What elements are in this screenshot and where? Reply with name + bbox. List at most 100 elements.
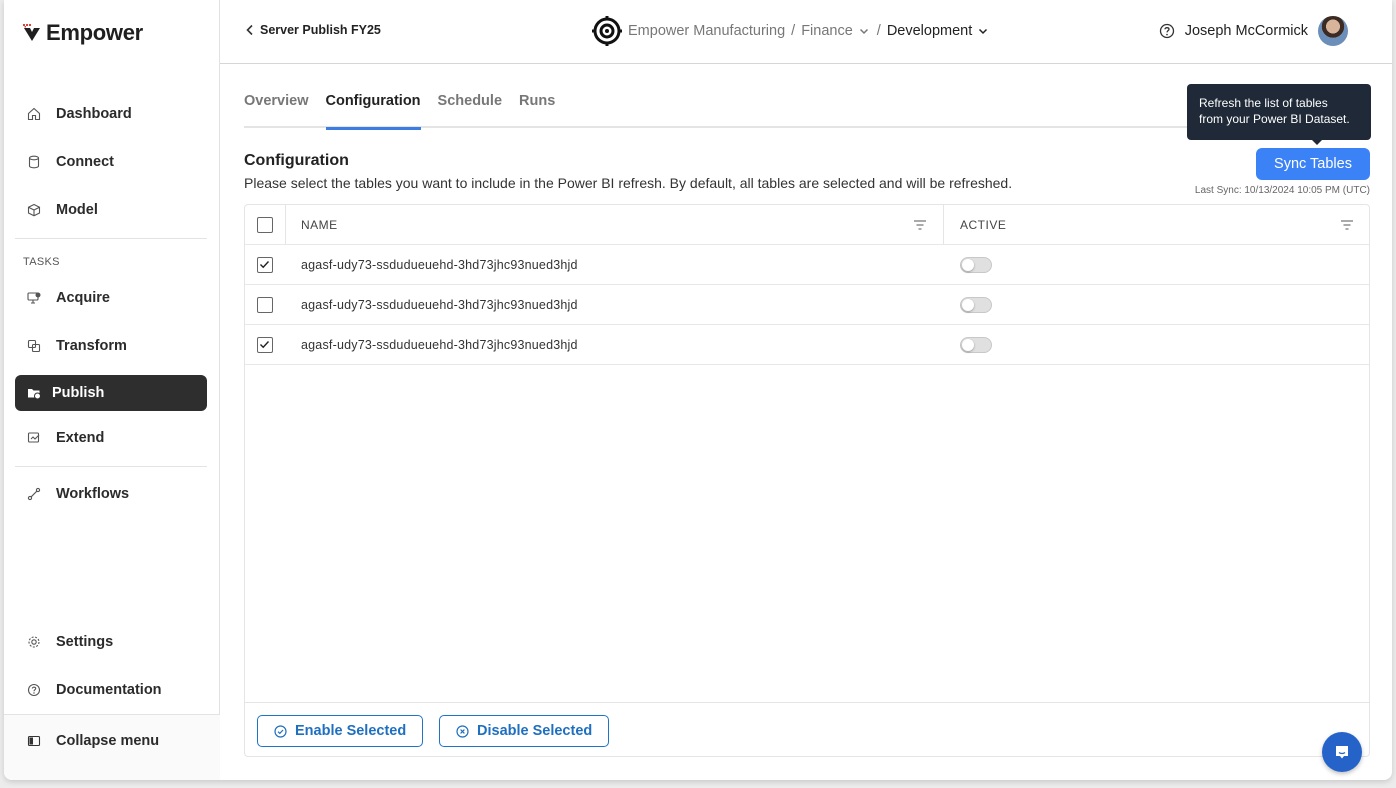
table-footer: Enable Selected Disable Selected (245, 702, 1369, 757)
table-row[interactable]: agasf-udy73-ssdudueuehd-3hd73jhc93nued3h… (245, 285, 1369, 325)
org-logo-icon (592, 16, 622, 46)
filter-icon[interactable] (1340, 218, 1354, 232)
empower-logo-icon (23, 24, 40, 41)
sidebar-item-label: Acquire (56, 290, 110, 306)
last-sync-text: Last Sync: 10/13/2024 10:05 PM (UTC) (1194, 185, 1370, 196)
active-toggle[interactable] (960, 257, 992, 273)
breadcrumb-dept[interactable]: Finance (801, 23, 871, 39)
sidebar-divider (15, 238, 207, 239)
collapse-menu-area: Collapse menu (4, 714, 220, 780)
back-link[interactable]: Server Publish FY25 (246, 23, 381, 37)
table-name-cell: agasf-udy73-ssdudueuehd-3hd73jhc93nued3h… (301, 258, 578, 272)
tooltip-line: from your Power BI Dataset. (1199, 112, 1350, 126)
sidebar: Empower Dashboard Connect Model TASKS Ac… (4, 0, 220, 780)
breadcrumb-org[interactable]: Empower Manufacturing (628, 23, 785, 39)
sidebar-item-model[interactable]: Model (15, 192, 207, 228)
breadcrumb-separator: / (876, 23, 881, 39)
breadcrumb-dept-label: Finance (801, 23, 853, 39)
enable-selected-label: Enable Selected (295, 723, 407, 739)
active-toggle[interactable] (960, 297, 992, 313)
app-window: Empower Dashboard Connect Model TASKS Ac… (4, 0, 1392, 780)
brand-logo[interactable]: Empower (22, 20, 143, 46)
sidebar-item-transform[interactable]: Transform (15, 328, 207, 364)
sidebar-item-connect[interactable]: Connect (15, 144, 207, 180)
table-name-cell: agasf-udy73-ssdudueuehd-3hd73jhc93nued3h… (301, 298, 578, 312)
enable-selected-button[interactable]: Enable Selected (257, 715, 424, 747)
back-link-label: Server Publish FY25 (260, 23, 381, 37)
tooltip-line: Refresh the list of tables (1199, 96, 1328, 110)
folder-upload-icon (26, 385, 42, 401)
help-circle-icon (26, 682, 42, 698)
check-circle-icon (274, 724, 287, 738)
sidebar-item-label: Connect (56, 154, 114, 170)
user-name: Joseph McCormick (1184, 23, 1308, 39)
sidebar-item-documentation[interactable]: Documentation (15, 672, 207, 708)
sidebar-item-label: Transform (56, 338, 127, 354)
tab-overview[interactable]: Overview (244, 84, 309, 128)
table-row[interactable]: agasf-udy73-ssdudueuehd-3hd73jhc93nued3h… (245, 245, 1369, 285)
sync-tables-button[interactable]: Sync Tables (1256, 148, 1370, 180)
sidebar-item-workflows[interactable]: Workflows (15, 476, 207, 512)
tab-runs[interactable]: Runs (519, 84, 555, 128)
row-checkbox[interactable] (257, 337, 273, 353)
sidebar-item-label: Model (56, 202, 98, 218)
x-circle-icon (456, 724, 469, 738)
sidebar-item-label: Settings (56, 634, 114, 650)
table-header-row: NAME ACTIVE (245, 205, 1369, 245)
chevron-down-icon (979, 28, 988, 35)
help-circle-icon[interactable] (1159, 23, 1175, 39)
column-header-name: NAME (301, 218, 338, 232)
sidebar-item-acquire[interactable]: Acquire (15, 280, 207, 316)
sidebar-item-publish[interactable]: Publish (15, 375, 207, 411)
breadcrumb-env[interactable]: Development (887, 23, 990, 39)
sidebar-item-label: Dashboard (56, 106, 132, 122)
cube-icon (26, 202, 42, 218)
collapse-menu-button[interactable]: Collapse menu (15, 723, 207, 759)
workflow-icon (26, 486, 42, 502)
sidebar-item-label: Extend (56, 430, 105, 446)
disable-selected-button[interactable]: Disable Selected (439, 715, 610, 747)
sidebar-collapse-icon (26, 733, 42, 749)
chat-icon (1336, 746, 1348, 759)
column-header-active: ACTIVE (960, 218, 1007, 232)
breadcrumb: Empower Manufacturing / Finance / Develo… (592, 16, 990, 46)
table-row[interactable]: agasf-udy73-ssdudueuehd-3hd73jhc93nued3h… (245, 325, 1369, 365)
checkmark-icon (260, 261, 270, 269)
sidebar-item-label: Workflows (56, 486, 130, 502)
sidebar-item-label: Documentation (56, 682, 162, 698)
user-menu[interactable]: Joseph McCormick (1159, 16, 1348, 46)
chevron-left-icon (246, 24, 253, 36)
sidebar-item-extend[interactable]: Extend (15, 420, 207, 456)
avatar[interactable] (1318, 16, 1348, 46)
filter-icon[interactable] (913, 218, 927, 232)
home-icon (26, 106, 42, 122)
transform-icon (26, 338, 42, 354)
row-checkbox[interactable] (257, 257, 273, 273)
breadcrumb-org-label: Empower Manufacturing (628, 23, 786, 39)
sidebar-item-label: Publish (52, 385, 105, 401)
extend-icon (26, 430, 42, 446)
breadcrumb-env-label: Development (886, 23, 973, 39)
column-divider (943, 205, 944, 245)
breadcrumb-separator: / (791, 23, 796, 39)
disable-selected-label: Disable Selected (477, 723, 593, 739)
database-icon (26, 154, 42, 170)
active-toggle[interactable] (960, 337, 992, 353)
sidebar-item-dashboard[interactable]: Dashboard (15, 96, 207, 132)
collapse-menu-label: Collapse menu (56, 733, 160, 749)
section-title: Configuration (244, 152, 349, 169)
sidebar-item-settings[interactable]: Settings (15, 624, 207, 660)
table-name-cell: agasf-udy73-ssdudueuehd-3hd73jhc93nued3h… (301, 338, 578, 352)
select-all-checkbox[interactable] (257, 217, 273, 233)
chat-launcher-button[interactable] (1322, 732, 1362, 772)
top-header: Server Publish FY25 Empower Manufacturin… (220, 0, 1392, 64)
column-divider (285, 205, 286, 245)
row-checkbox[interactable] (257, 297, 273, 313)
gear-icon (26, 634, 42, 650)
sync-tooltip: Refresh the list of tables from your Pow… (1187, 84, 1371, 145)
sidebar-divider (15, 466, 207, 467)
tab-schedule[interactable]: Schedule (438, 84, 502, 128)
brand-name: Empower (46, 20, 143, 45)
tab-configuration[interactable]: Configuration (325, 84, 421, 130)
tables-grid: NAME ACTIVE agasf-udy73-ssdudueuehd-3hd7… (244, 204, 1370, 757)
